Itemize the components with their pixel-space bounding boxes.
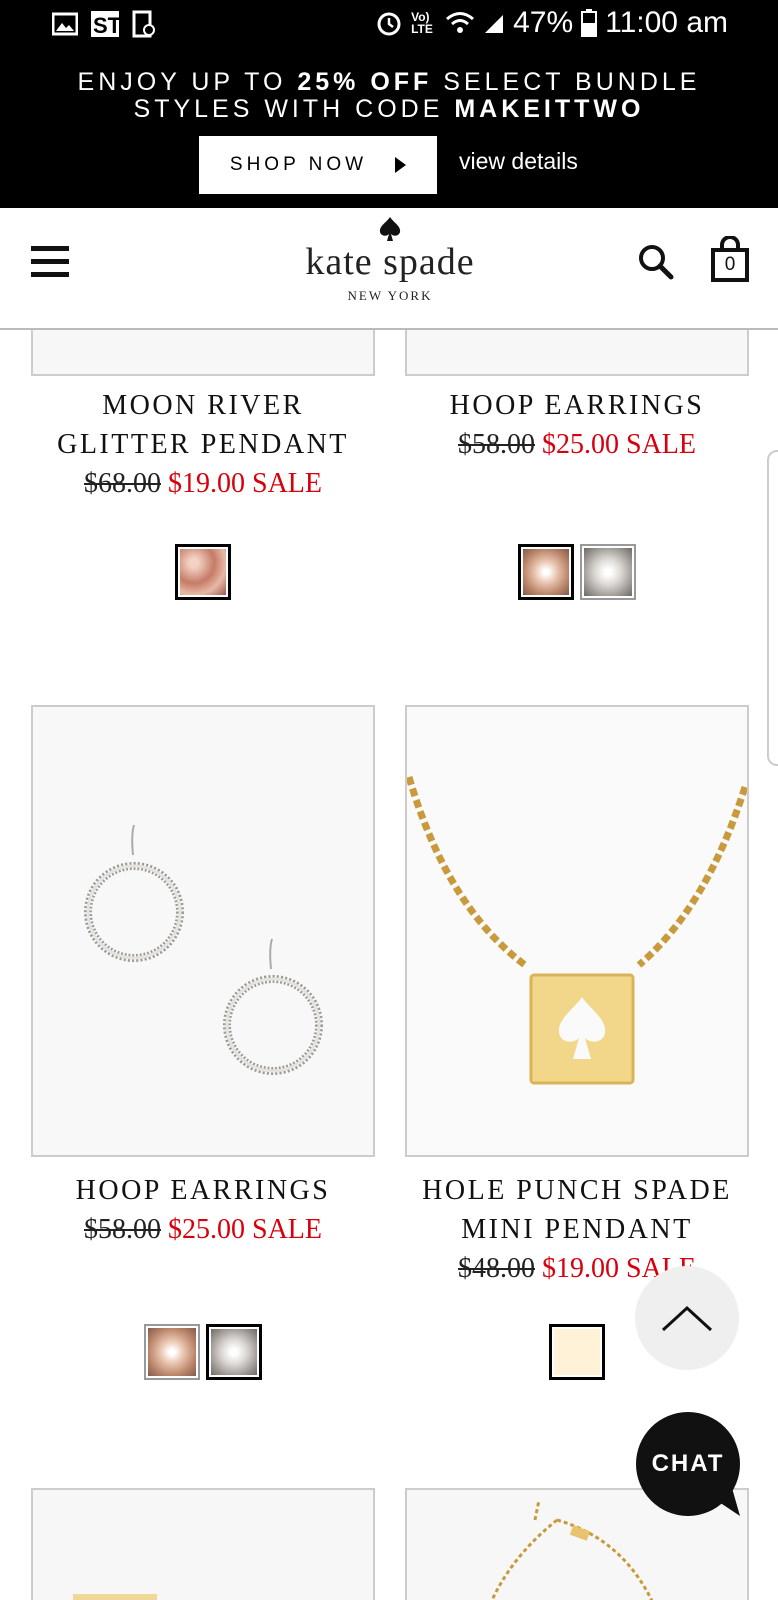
battery-icon (581, 9, 598, 37)
status-bar: ST Vo) LTE 47% 11:00 am (0, 0, 778, 52)
product-image-partial (73, 1594, 157, 1600)
sale-price: $25.00 SALE (168, 1214, 322, 1245)
promo-banner: ENJOY UP TO 25% OFF SELECT BUNDLE STYLES… (0, 52, 778, 208)
product-price: $68.00 $19.00 SALE (31, 464, 375, 503)
clock: 11:00 am (605, 6, 728, 39)
view-details-link[interactable]: view details (459, 148, 578, 175)
wifi-icon (446, 12, 475, 33)
chevron-up-icon (661, 1305, 713, 1332)
promo-line-1: ENJOY UP TO 25% OFF SELECT BUNDLE (77, 68, 701, 96)
menu-icon[interactable] (31, 246, 69, 280)
brand-subtitle: NEW YORK (347, 288, 433, 303)
product-name[interactable]: MOON RIVER GLITTER PENDANT (31, 386, 375, 464)
play-arrow-icon (395, 157, 407, 173)
color-swatch[interactable] (175, 544, 231, 600)
spade-pendant-image (407, 776, 747, 1085)
status-left-icons: ST (52, 10, 156, 38)
color-swatch[interactable] (206, 1324, 262, 1380)
shop-now-label: SHOP NOW (229, 154, 368, 175)
scroll-to-top-button[interactable] (635, 1266, 739, 1370)
gallery-icon (52, 12, 78, 36)
color-swatch[interactable] (518, 544, 574, 600)
product-name[interactable]: HOOP EARRINGS (405, 386, 749, 425)
product-card[interactable]: MOON RIVER GLITTER PENDANT $68.00 $19.00 … (31, 300, 375, 600)
sale-price: $25.00 SALE (542, 429, 696, 460)
product-image[interactable] (31, 705, 375, 1157)
signal-icon (485, 15, 504, 33)
color-swatch[interactable] (144, 1324, 200, 1380)
color-swatches (405, 544, 749, 600)
color-swatches (31, 544, 375, 600)
product-card[interactable] (31, 1488, 375, 1600)
screen-lock-icon (132, 10, 155, 38)
side-drawer-handle[interactable] (767, 450, 778, 766)
shopping-bag-icon[interactable]: 0 (710, 235, 750, 282)
chat-label: CHAT (651, 1450, 725, 1477)
product-price: $58.00 $25.00 SALE (405, 425, 749, 464)
battery-percent: 47% (513, 6, 574, 39)
brand-name: kate spade (305, 241, 475, 283)
spade-logo-icon (379, 217, 401, 241)
svg-text:ST: ST (93, 13, 120, 38)
product-price: $58.00 $25.00 SALE (31, 1210, 375, 1249)
shop-now-button[interactable]: SHOP NOW (199, 136, 437, 194)
color-swatch[interactable] (549, 1324, 605, 1380)
original-price: $58.00 (84, 1214, 161, 1245)
original-price: $48.00 (458, 1253, 535, 1284)
product-card[interactable]: HOOP EARRINGS $58.00 $25.00 SALE (405, 300, 749, 600)
original-price: $58.00 (458, 429, 535, 460)
brand-logo[interactable]: kate spade NEW YORK (290, 216, 490, 304)
product-card[interactable]: HOOP EARRINGS $58.00 $25.00 SALE (31, 705, 375, 1385)
hoop-earrings-image (84, 824, 323, 1075)
network-type: Vo) LTE (411, 10, 433, 36)
status-right: Vo) LTE 47% 11:00 am (375, 6, 728, 40)
product-name[interactable]: HOOP EARRINGS (31, 1171, 375, 1210)
promo-line-2: STYLES WITH CODE MAKEITTWO (133, 95, 645, 123)
product-image[interactable] (405, 705, 749, 1157)
alarm-icon (377, 12, 401, 36)
site-header: kate spade NEW YORK 0 (0, 208, 778, 330)
product-image[interactable] (31, 1488, 375, 1600)
original-price: $68.00 (84, 468, 161, 499)
news-app-icon: ST (91, 11, 120, 38)
bag-count: 0 (724, 254, 736, 275)
search-icon[interactable] (638, 244, 674, 280)
color-swatch[interactable] (580, 544, 636, 600)
chat-button[interactable]: CHAT (636, 1412, 742, 1518)
product-name[interactable]: HOLE PUNCH SPADE MINI PENDANT (405, 1171, 749, 1249)
sale-price: $19.00 SALE (168, 468, 322, 499)
color-swatches (31, 1324, 375, 1380)
